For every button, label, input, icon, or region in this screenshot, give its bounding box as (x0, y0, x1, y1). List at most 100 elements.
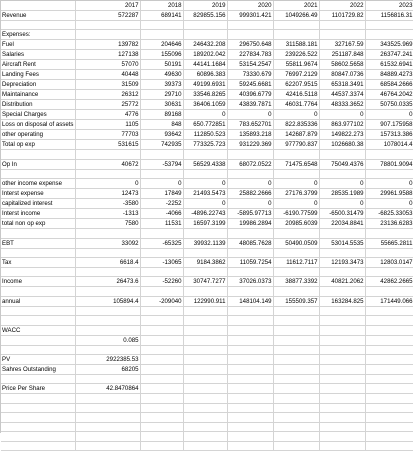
value-cell[interactable]: 171449.066 (365, 296, 413, 307)
value-cell[interactable]: 2019 (183, 1, 228, 11)
value-cell[interactable]: 48085.7628 (227, 238, 274, 249)
row-label-cell[interactable] (1, 1, 76, 11)
value-cell[interactable] (227, 315, 274, 326)
value-cell[interactable] (183, 345, 228, 356)
value-cell[interactable]: 60896.383 (183, 69, 228, 81)
value-cell[interactable] (140, 441, 184, 451)
value-cell[interactable] (227, 393, 274, 404)
value-cell[interactable] (140, 149, 184, 160)
row-label-cell[interactable]: other income expense (1, 178, 76, 190)
value-cell[interactable] (227, 431, 274, 442)
value-cell[interactable] (227, 354, 274, 366)
value-cell[interactable]: -53794 (140, 159, 184, 170)
value-cell[interactable] (183, 335, 228, 346)
value-cell[interactable]: 17849 (140, 188, 184, 200)
value-cell[interactable]: 977790.837 (273, 139, 320, 151)
value-cell[interactable]: 56529.4338 (183, 159, 228, 170)
value-cell[interactable]: 135893.218 (227, 129, 274, 141)
value-cell[interactable]: 28535.1989 (319, 188, 366, 200)
row-label-cell[interactable]: Salaries (1, 49, 76, 61)
value-cell[interactable] (365, 431, 413, 442)
row-label-cell[interactable] (1, 345, 76, 356)
value-cell[interactable]: 68584.2666 (365, 79, 413, 91)
value-cell[interactable]: 142687.879 (273, 129, 320, 141)
row-label-cell[interactable]: Op In (1, 159, 76, 170)
row-label-cell[interactable]: other operating (1, 129, 76, 141)
value-cell[interactable] (140, 431, 184, 442)
value-cell[interactable]: 21493.5473 (183, 188, 228, 200)
value-cell[interactable] (140, 20, 184, 31)
value-cell[interactable]: 650.772851 (183, 119, 228, 131)
value-cell[interactable] (227, 20, 274, 31)
row-label-cell[interactable]: Aircraft Rent (1, 59, 76, 71)
value-cell[interactable]: 0 (319, 178, 366, 190)
value-cell[interactable]: 22034.8841 (319, 218, 366, 230)
value-cell[interactable]: 23136.6283 (365, 218, 413, 230)
value-cell[interactable] (319, 393, 366, 404)
value-cell[interactable] (227, 383, 274, 395)
value-cell[interactable] (227, 364, 274, 376)
value-cell[interactable]: 689141 (140, 10, 184, 21)
row-label-cell[interactable] (1, 267, 76, 278)
value-cell[interactable]: 105894.4 (75, 296, 141, 307)
value-cell[interactable]: 25882.2666 (227, 188, 274, 200)
value-cell[interactable]: 0 (227, 198, 274, 210)
value-cell[interactable] (365, 412, 413, 423)
value-cell[interactable] (365, 383, 413, 395)
value-cell[interactable]: 2017 (75, 1, 141, 11)
value-cell[interactable]: 68072.0522 (227, 159, 274, 170)
value-cell[interactable]: 783.652701 (227, 119, 274, 131)
value-cell[interactable] (319, 354, 366, 366)
value-cell[interactable]: 50750.0335 (365, 99, 413, 111)
value-cell[interactable] (365, 364, 413, 376)
value-cell[interactable] (227, 149, 274, 160)
row-label-cell[interactable]: Expenses: (1, 29, 76, 41)
value-cell[interactable]: 38877.3392 (273, 276, 320, 288)
value-cell[interactable]: 0 (227, 109, 274, 121)
value-cell[interactable]: 89168 (140, 109, 184, 121)
value-cell[interactable]: 80847.0736 (319, 69, 366, 81)
value-cell[interactable] (227, 374, 274, 385)
value-cell[interactable] (183, 441, 228, 451)
value-cell[interactable]: 239226.522 (273, 49, 320, 61)
value-cell[interactable] (319, 403, 366, 414)
value-cell[interactable]: 1026680.38 (319, 139, 366, 151)
value-cell[interactable] (319, 306, 366, 317)
row-label-cell[interactable] (1, 441, 76, 451)
value-cell[interactable] (75, 315, 141, 326)
value-cell[interactable] (140, 345, 184, 356)
value-cell[interactable]: 112850.523 (183, 129, 228, 141)
row-label-cell[interactable] (1, 228, 76, 239)
value-cell[interactable]: 40448 (75, 69, 141, 81)
value-cell[interactable]: 39373 (140, 79, 184, 91)
row-label-cell[interactable] (1, 306, 76, 317)
value-cell[interactable]: -6190.77599 (273, 208, 320, 220)
value-cell[interactable] (365, 374, 413, 385)
value-cell[interactable]: 9184.3862 (183, 257, 228, 269)
value-cell[interactable] (227, 29, 274, 41)
value-cell[interactable] (273, 149, 320, 160)
value-cell[interactable] (140, 383, 184, 395)
value-cell[interactable] (75, 20, 141, 31)
row-label-cell[interactable] (1, 422, 76, 433)
value-cell[interactable] (227, 325, 274, 336)
value-cell[interactable] (319, 29, 366, 41)
row-label-cell[interactable]: Special Charges (1, 109, 76, 121)
value-cell[interactable]: 1049266.49 (273, 10, 320, 21)
value-cell[interactable]: 0 (319, 198, 366, 210)
value-cell[interactable] (183, 422, 228, 433)
value-cell[interactable] (273, 325, 320, 336)
row-label-cell[interactable] (1, 431, 76, 442)
value-cell[interactable]: 55811.9674 (273, 59, 320, 71)
row-label-cell[interactable]: EBT (1, 238, 76, 249)
value-cell[interactable] (273, 412, 320, 423)
value-cell[interactable] (227, 267, 274, 278)
value-cell[interactable]: -4896.22743 (183, 208, 228, 220)
value-cell[interactable]: 11059.7254 (227, 257, 274, 269)
value-cell[interactable]: -65325 (140, 238, 184, 249)
value-cell[interactable]: 39932.1139 (183, 238, 228, 249)
value-cell[interactable]: 0 (183, 178, 228, 190)
value-cell[interactable]: 44141.1684 (183, 59, 228, 71)
row-label-cell[interactable] (1, 403, 76, 414)
value-cell[interactable] (140, 412, 184, 423)
